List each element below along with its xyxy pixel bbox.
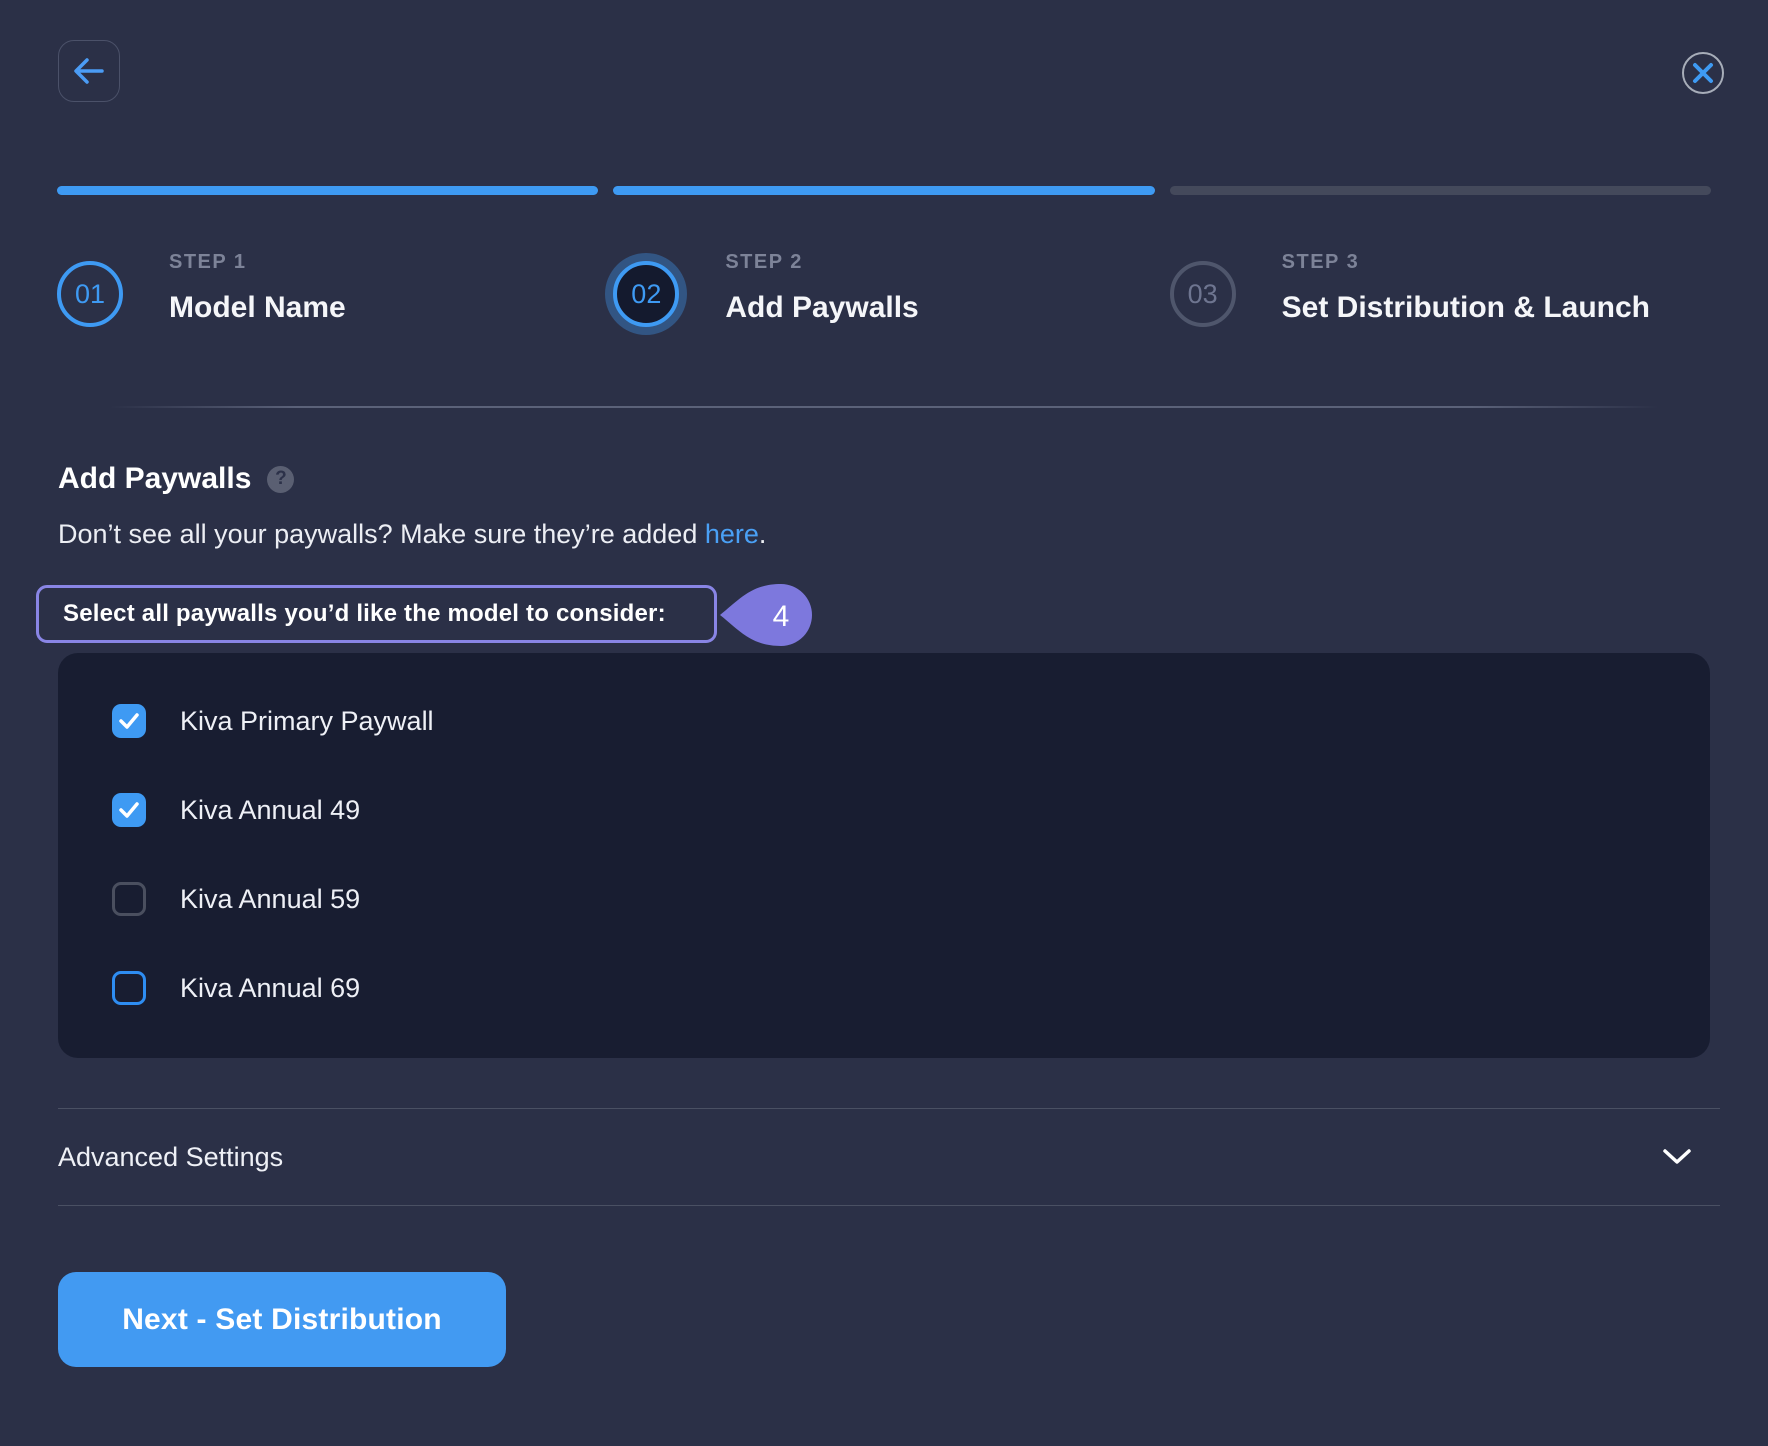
- step-2-title: Add Paywalls: [725, 291, 918, 325]
- here-link[interactable]: here: [705, 519, 759, 549]
- step-2: 02 STEP 2 Add Paywalls: [613, 186, 1154, 327]
- wizard-modal: 01 STEP 1 Model Name 02 STEP 2 Add Paywa…: [0, 0, 1768, 1446]
- stepper: 01 STEP 1 Model Name 02 STEP 2 Add Paywa…: [57, 186, 1711, 327]
- step-2-label: STEP 2: [725, 251, 918, 274]
- intro-text-suffix: .: [759, 519, 767, 549]
- annotation-badge-number: 4: [773, 600, 790, 633]
- help-icon[interactable]: ?: [267, 466, 294, 493]
- next-set-distribution-button[interactable]: Next - Set Distribution: [58, 1272, 506, 1367]
- paywall-label: Kiva Annual 59: [180, 884, 360, 915]
- select-paywalls-label: Select all paywalls you’d like the model…: [63, 600, 666, 628]
- close-icon: [1692, 62, 1714, 84]
- step-3: 03 STEP 3 Set Distribution & Launch: [1170, 186, 1711, 327]
- step-1-progress-bar: [57, 186, 598, 195]
- paywall-row-kiva-primary[interactable]: Kiva Primary Paywall: [112, 704, 1710, 738]
- checkbox-checked[interactable]: [112, 793, 146, 827]
- intro-text-main: Don’t see all your paywalls? Make sure t…: [58, 519, 705, 549]
- checkbox-unchecked-focused[interactable]: [112, 971, 146, 1005]
- paywall-label: Kiva Primary Paywall: [180, 706, 434, 737]
- step-3-progress-bar: [1170, 186, 1711, 195]
- paywall-label: Kiva Annual 69: [180, 973, 360, 1004]
- checkbox-unchecked[interactable]: [112, 882, 146, 916]
- stepper-divider: [110, 406, 1658, 408]
- arrow-left-icon: [69, 51, 109, 91]
- checkmark-icon: [117, 798, 141, 822]
- paywall-label: Kiva Annual 49: [180, 795, 360, 826]
- advanced-settings-label: Advanced Settings: [58, 1142, 283, 1173]
- step-2-circle: 02: [613, 261, 679, 327]
- intro-text: Don’t see all your paywalls? Make sure t…: [58, 519, 766, 550]
- step-1-label: STEP 1: [169, 251, 346, 274]
- paywall-list-panel: Kiva Primary Paywall Kiva Annual 49 Kiva…: [58, 653, 1710, 1058]
- step-1-title: Model Name: [169, 291, 346, 325]
- back-button[interactable]: [58, 40, 120, 102]
- chevron-down-icon: [1662, 1148, 1692, 1166]
- checkmark-icon: [117, 709, 141, 733]
- paywall-row-kiva-annual-49[interactable]: Kiva Annual 49: [112, 793, 1710, 827]
- step-3-title: Set Distribution & Launch: [1282, 291, 1650, 325]
- close-button[interactable]: [1682, 52, 1724, 94]
- step-1: 01 STEP 1 Model Name: [57, 186, 598, 327]
- step-2-progress-bar: [613, 186, 1154, 195]
- step-3-circle: 03: [1170, 261, 1236, 327]
- paywall-row-kiva-annual-59[interactable]: Kiva Annual 59: [112, 882, 1710, 916]
- page-title: Add Paywalls: [58, 462, 251, 496]
- annotation-badge-4: 4: [719, 583, 819, 647]
- checkbox-checked[interactable]: [112, 704, 146, 738]
- step-3-label: STEP 3: [1282, 251, 1650, 274]
- select-paywalls-callout: Select all paywalls you’d like the model…: [36, 585, 717, 643]
- paywall-row-kiva-annual-69[interactable]: Kiva Annual 69: [112, 971, 1710, 1005]
- advanced-settings-toggle[interactable]: Advanced Settings: [58, 1108, 1720, 1206]
- step-1-circle: 01: [57, 261, 123, 327]
